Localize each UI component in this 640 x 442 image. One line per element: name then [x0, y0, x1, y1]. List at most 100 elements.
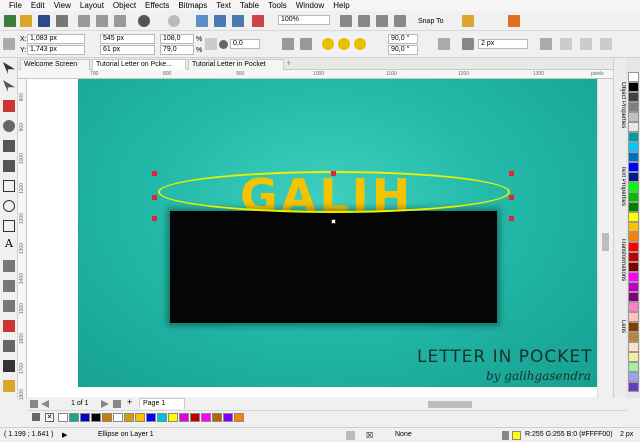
document-color-swatch[interactable]: [69, 413, 79, 422]
color-swatch[interactable]: [628, 102, 639, 112]
convert-to-curves-icon[interactable]: [600, 38, 612, 50]
page-1-tab[interactable]: Page 1: [139, 398, 185, 409]
vertical-scroll-thumb[interactable]: [602, 233, 609, 251]
interactive-fill-tool-icon[interactable]: [3, 360, 15, 372]
scale-width-field[interactable]: 108,0: [160, 34, 194, 44]
document-color-swatch[interactable]: [135, 413, 145, 422]
color-swatch[interactable]: [628, 272, 639, 282]
rulers-icon[interactable]: [358, 15, 370, 27]
first-page-icon[interactable]: [30, 400, 38, 408]
color-swatch[interactable]: [628, 122, 639, 132]
pick-tool-icon[interactable]: [3, 62, 15, 74]
letter-in-pocket-title[interactable]: LETTER IN POCKET: [417, 347, 593, 367]
menu-tools[interactable]: Tools: [268, 1, 287, 10]
menu-file[interactable]: File: [9, 1, 22, 10]
options-icon[interactable]: [462, 15, 474, 27]
selection-handle[interactable]: [152, 171, 157, 176]
arc-mode-icon[interactable]: [354, 38, 366, 50]
color-swatch[interactable]: [628, 332, 639, 342]
pocket-rectangle[interactable]: [170, 211, 497, 323]
color-swatch[interactable]: [628, 232, 639, 242]
save-icon[interactable]: [38, 15, 50, 27]
color-swatch[interactable]: [628, 252, 639, 262]
docker-lens[interactable]: Lens: [615, 320, 626, 333]
no-fill-icon[interactable]: ☒: [366, 431, 373, 440]
width-field[interactable]: 545 px: [100, 34, 155, 44]
document-color-swatch[interactable]: [91, 413, 101, 422]
color-swatch[interactable]: [628, 292, 639, 302]
document-color-swatch[interactable]: [146, 413, 156, 422]
selection-handle[interactable]: [331, 171, 336, 176]
full-screen-icon[interactable]: [340, 15, 352, 27]
outline-pen-status-icon[interactable]: [502, 431, 509, 440]
export-icon[interactable]: [232, 15, 244, 27]
zoom-level-select[interactable]: 100%: [278, 15, 330, 25]
add-page-icon[interactable]: +: [127, 398, 132, 407]
document-color-swatch[interactable]: [113, 413, 123, 422]
color-swatch[interactable]: [628, 92, 639, 102]
outline-width-select[interactable]: 2 px: [478, 39, 528, 49]
document-color-swatch[interactable]: [168, 413, 178, 422]
add-tab-icon[interactable]: +: [286, 59, 291, 68]
fill-icon[interactable]: [346, 431, 355, 440]
new-document-icon[interactable]: [4, 15, 16, 27]
to-back-icon[interactable]: [580, 38, 592, 50]
y-position-field[interactable]: 1,743 px: [27, 45, 85, 55]
selection-handle[interactable]: [152, 216, 157, 221]
color-swatch[interactable]: [628, 352, 639, 362]
rotation-field[interactable]: 0,0: [230, 39, 260, 49]
document-color-swatch[interactable]: [201, 413, 211, 422]
x-position-field[interactable]: 1,083 px: [27, 34, 85, 44]
height-field[interactable]: 61 px: [100, 45, 155, 55]
horizontal-scrollbar[interactable]: [228, 398, 597, 410]
document-color-swatch[interactable]: [179, 413, 189, 422]
open-folder-icon[interactable]: [20, 15, 32, 27]
menu-edit[interactable]: Edit: [31, 1, 45, 10]
mirror-vertical-icon[interactable]: [300, 38, 312, 50]
color-swatch[interactable]: [628, 212, 639, 222]
last-page-icon[interactable]: [113, 400, 121, 408]
color-swatch[interactable]: [628, 242, 639, 252]
color-swatch[interactable]: [628, 302, 639, 312]
selection-handle[interactable]: [509, 171, 514, 176]
selection-handle[interactable]: [152, 195, 157, 200]
previous-page-icon[interactable]: [41, 400, 49, 408]
document-color-swatch[interactable]: [190, 413, 200, 422]
paste-icon[interactable]: [114, 15, 126, 27]
undo-icon[interactable]: [138, 15, 150, 27]
vertical-scrollbar[interactable]: [597, 79, 613, 398]
selected-ellipse[interactable]: [158, 171, 510, 213]
tab-welcome-screen[interactable]: Welcome Screen: [20, 59, 90, 70]
scale-height-field[interactable]: 79,0: [160, 45, 194, 55]
color-swatch[interactable]: [628, 112, 639, 122]
color-swatch[interactable]: [628, 222, 639, 232]
redo-icon[interactable]: [168, 15, 180, 27]
import-icon[interactable]: [214, 15, 226, 27]
color-swatch[interactable]: [628, 262, 639, 272]
grid-icon[interactable]: [376, 15, 388, 27]
ellipse-mode-icon[interactable]: [322, 38, 334, 50]
menu-object[interactable]: Object: [113, 1, 136, 10]
color-swatch[interactable]: [628, 372, 639, 382]
color-swatch[interactable]: [628, 342, 639, 352]
menu-effects[interactable]: Effects: [145, 1, 169, 10]
color-swatch[interactable]: [628, 322, 639, 332]
menu-window[interactable]: Window: [296, 1, 324, 10]
document-color-swatch[interactable]: [80, 413, 90, 422]
document-color-swatch[interactable]: [223, 413, 233, 422]
color-swatch[interactable]: [628, 132, 639, 142]
parallel-dimension-tool-icon[interactable]: [3, 260, 15, 272]
color-swatch[interactable]: [628, 72, 639, 82]
color-swatch[interactable]: [628, 312, 639, 322]
color-swatch[interactable]: [628, 182, 639, 192]
document-color-swatch[interactable]: [124, 413, 134, 422]
copy-icon[interactable]: [96, 15, 108, 27]
polygon-tool-icon[interactable]: [3, 220, 15, 232]
zoom-tool-icon[interactable]: [3, 120, 15, 132]
print-icon[interactable]: [56, 15, 68, 27]
color-swatch[interactable]: [628, 192, 639, 202]
mirror-horizontal-icon[interactable]: [282, 38, 294, 50]
drop-shadow-tool-icon[interactable]: [3, 300, 15, 312]
color-swatch[interactable]: [628, 202, 639, 212]
document-color-swatch[interactable]: [234, 413, 244, 422]
